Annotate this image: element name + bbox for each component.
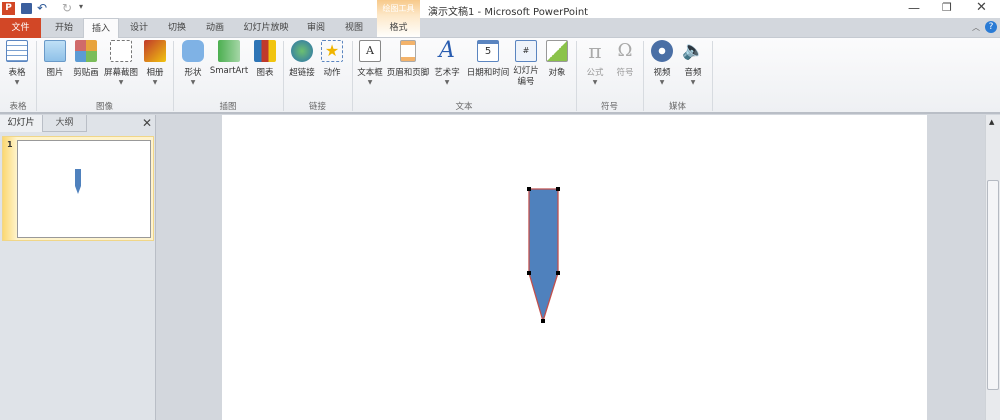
audio-button[interactable]: 🔈 音频 ▼ xyxy=(681,40,705,88)
textbox-button[interactable]: A 文本框 ▼ xyxy=(356,40,384,88)
group-label-tables: 表格 xyxy=(9,102,27,112)
omega-icon: Ω xyxy=(617,40,633,61)
help-icon[interactable]: ? xyxy=(985,21,997,33)
window-title: 演示文稿1 - Microsoft PowerPoint xyxy=(428,7,589,18)
picture-button[interactable]: 图片 xyxy=(43,40,67,78)
film-reel-icon xyxy=(651,40,673,62)
tab-view[interactable]: 视图 xyxy=(338,18,370,38)
wordart-icon: A xyxy=(439,38,455,63)
symbol-button[interactable]: Ω 符号 xyxy=(613,40,637,78)
vertical-scrollbar[interactable]: ▲ xyxy=(985,115,1000,420)
tab-review[interactable]: 审阅 xyxy=(300,18,332,38)
slide-thumbnail xyxy=(17,140,151,238)
slide-number: 1 xyxy=(7,140,13,149)
group-label-links: 链接 xyxy=(308,102,326,112)
hyperlink-button[interactable]: 超链接 xyxy=(288,40,316,78)
chart-icon xyxy=(254,40,276,62)
collapse-ribbon-icon[interactable]: ︿ xyxy=(972,22,980,33)
object-icon xyxy=(546,40,568,62)
tab-design[interactable]: 设计 xyxy=(122,18,156,38)
thumbnail-shape xyxy=(75,169,81,194)
pane-tab-outline[interactable]: 大纲 xyxy=(43,115,87,132)
object-button[interactable]: 对象 xyxy=(545,40,569,78)
photo-album-icon xyxy=(144,40,166,62)
ribbon-tabs: 文件 开始 插入 设计 切换 动画 幻灯片放映 审阅 视图 格式 ︿ ? xyxy=(0,18,1000,39)
equation-button[interactable]: π 公式 ▼ xyxy=(583,40,607,88)
powerpoint-logo-icon: P xyxy=(2,2,15,15)
globe-link-icon xyxy=(291,40,313,62)
action-button[interactable]: ★ 动作 xyxy=(320,40,344,78)
tab-home[interactable]: 开始 xyxy=(48,18,80,38)
group-label-media: 媒体 xyxy=(668,102,686,112)
speaker-icon: 🔈 xyxy=(682,40,705,61)
slide-canvas[interactable] xyxy=(222,115,927,420)
scroll-thumb[interactable] xyxy=(987,180,999,390)
tab-file[interactable]: 文件 xyxy=(0,18,41,38)
shapes-button[interactable]: 形状 ▼ xyxy=(181,40,205,88)
clipart-button[interactable]: 剪贴画 xyxy=(71,40,101,78)
redo-icon[interactable]: ↻ xyxy=(62,1,72,15)
action-star-icon: ★ xyxy=(321,40,343,62)
tab-transitions[interactable]: 切换 xyxy=(160,18,194,38)
header-footer-icon xyxy=(400,40,416,62)
slides-pane: 幻灯片 大纲 ✕ 1 xyxy=(0,115,156,420)
undo-icon[interactable]: ↶ xyxy=(37,1,47,15)
shapes-icon xyxy=(182,40,204,62)
video-button[interactable]: 视频 ▼ xyxy=(650,40,674,88)
tab-slideshow[interactable]: 幻灯片放映 xyxy=(238,18,294,38)
slide-number-icon: # xyxy=(515,40,537,62)
chart-button[interactable]: 图表 xyxy=(253,40,277,78)
slide-thumbnail-item[interactable]: 1 xyxy=(2,136,154,241)
save-icon[interactable] xyxy=(21,3,32,14)
pi-icon: π xyxy=(588,39,602,63)
slide-number-button[interactable]: # 幻灯片编号 xyxy=(512,40,540,88)
pentagon-arrow-shape[interactable] xyxy=(522,183,568,325)
tab-format[interactable]: 格式 xyxy=(377,18,420,38)
smartart-button[interactable]: SmartArt xyxy=(209,40,249,76)
clipart-icon xyxy=(75,40,97,62)
group-separator xyxy=(712,41,713,111)
header-footer-button[interactable]: 页眉和页脚 xyxy=(386,40,430,78)
smartart-icon xyxy=(218,40,240,62)
title-bar: P ↶ ↻ ▾ 绘图工具 演示文稿1 - Microsoft PowerPoin… xyxy=(0,0,1000,18)
restore-button[interactable]: ❐ xyxy=(942,1,952,14)
group-label-images: 图像 xyxy=(95,102,113,112)
customize-toolbar-icon[interactable]: ▾ xyxy=(79,2,83,11)
table-button[interactable]: 表格 ▼ xyxy=(5,40,29,88)
scroll-up-icon[interactable]: ▲ xyxy=(989,118,994,126)
ribbon: 表格 ▼ 图片 剪贴画 屏幕截图 ▼ 相册 ▼ 形状 ▼ SmartArt 图表 超链接… xyxy=(0,38,1000,114)
table-icon xyxy=(6,40,28,62)
pane-tab-slides[interactable]: 幻灯片 xyxy=(0,115,43,132)
tab-animations[interactable]: 动画 xyxy=(197,18,233,38)
date-time-button[interactable]: 5 日期和时间 xyxy=(465,40,511,78)
screenshot-icon xyxy=(110,40,132,62)
close-pane-icon[interactable]: ✕ xyxy=(142,116,152,130)
close-button[interactable]: ✕ xyxy=(976,0,987,15)
calendar-icon: 5 xyxy=(477,40,499,62)
wordart-button[interactable]: A 艺术字 ▼ xyxy=(433,40,461,88)
group-label-text: 文本 xyxy=(455,102,473,112)
group-label-illustrations: 插图 xyxy=(219,102,237,112)
photo-album-button[interactable]: 相册 ▼ xyxy=(143,40,167,88)
picture-icon xyxy=(44,40,66,62)
minimize-button[interactable]: — xyxy=(908,1,920,15)
group-label-symbols: 符号 xyxy=(600,102,618,112)
context-tab-group-label: 绘图工具 xyxy=(382,4,415,13)
screenshot-button[interactable]: 屏幕截图 ▼ xyxy=(103,40,139,88)
textbox-icon: A xyxy=(359,40,381,62)
tab-insert[interactable]: 插入 xyxy=(83,18,119,39)
